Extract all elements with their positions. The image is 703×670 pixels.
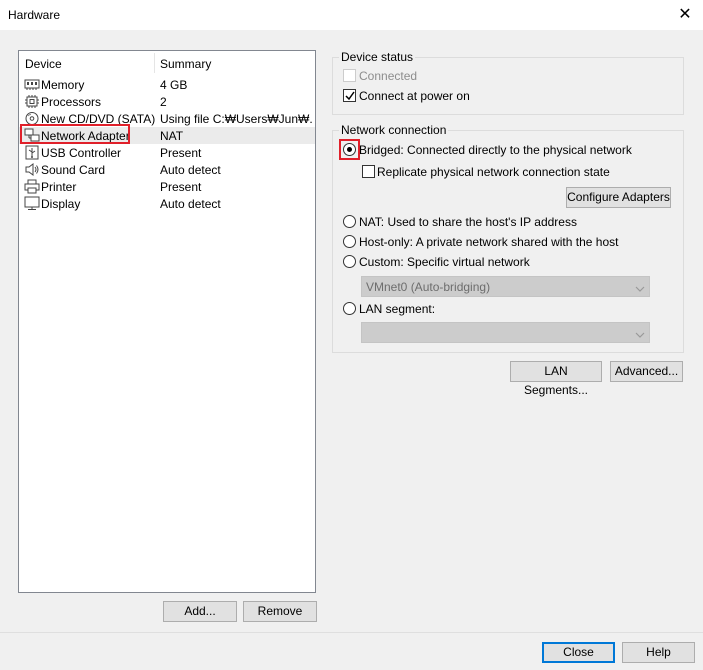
device-name: Sound Card (41, 163, 106, 177)
device-status-group: Device status (332, 50, 684, 115)
device-status-legend: Device status (339, 50, 416, 64)
lan-segment-radio[interactable] (343, 302, 356, 315)
host-only-radio[interactable] (343, 235, 356, 248)
close-icon[interactable]: ✕ (673, 3, 697, 27)
bridged-label: Bridged: Connected directly to the physi… (359, 143, 632, 157)
custom-radio[interactable] (343, 255, 356, 268)
replicate-checkbox[interactable] (362, 165, 375, 178)
nat-radio[interactable] (343, 215, 356, 228)
device-row-memory[interactable]: Memory 4 GB (19, 76, 315, 93)
custom-network-value: VMnet0 (Auto-bridging) (366, 280, 491, 294)
connect-at-power-on-label: Connect at power on (359, 89, 470, 103)
close-button[interactable]: Close (542, 642, 615, 663)
title-bar: Hardware ✕ (0, 0, 703, 30)
configure-adapters-button[interactable]: Configure Adapters (566, 187, 671, 208)
help-button[interactable]: Help (622, 642, 695, 663)
column-divider[interactable] (154, 53, 155, 73)
device-name: Printer (41, 180, 77, 194)
device-name: USB Controller (41, 146, 122, 160)
device-summary: 2 (160, 95, 167, 109)
lan-segment-select[interactable] (361, 322, 650, 343)
advanced-button[interactable]: Advanced... (610, 361, 683, 382)
device-row-processors[interactable]: Processors 2 (19, 93, 315, 110)
device-summary: Using file C:₩Users₩Jun₩... (160, 112, 312, 126)
lan-segments-button[interactable]: LAN Segments... (510, 361, 602, 397)
usb-icon (24, 145, 40, 160)
chevron-down-icon (635, 328, 645, 342)
connected-checkbox[interactable] (343, 69, 356, 82)
device-name: Processors (41, 95, 102, 109)
chevron-down-icon (635, 282, 645, 296)
replicate-label: Replicate physical network connection st… (377, 165, 610, 179)
device-summary: Present (160, 180, 202, 194)
custom-label: Custom: Specific virtual network (359, 255, 530, 269)
remove-button[interactable]: Remove (243, 601, 317, 622)
device-summary: Auto detect (160, 197, 221, 211)
memory-icon (24, 77, 40, 92)
device-summary: Present (160, 146, 202, 160)
device-summary: 4 GB (160, 78, 188, 92)
nat-label: NAT: Used to share the host's IP address (359, 215, 577, 229)
device-row-sound-card[interactable]: Sound Card Auto detect (19, 161, 315, 178)
device-row-display[interactable]: Display Auto detect (19, 195, 315, 212)
device-name: Display (41, 197, 81, 211)
connected-label: Connected (359, 69, 418, 83)
device-summary: NAT (160, 129, 184, 143)
device-row-printer[interactable]: Printer Present (19, 178, 315, 195)
add-button[interactable]: Add... (163, 601, 237, 622)
device-summary: Auto detect (160, 163, 221, 177)
connect-at-power-on-checkbox[interactable] (343, 89, 356, 102)
monitor-icon (24, 196, 40, 211)
window-title: Hardware (8, 8, 61, 22)
device-list-header: Device Summary (19, 51, 315, 75)
column-header-summary[interactable]: Summary (160, 57, 211, 71)
column-header-device[interactable]: Device (25, 57, 62, 71)
custom-network-select[interactable]: VMnet0 (Auto-bridging) (361, 276, 650, 297)
speaker-icon (24, 162, 40, 177)
lan-segment-label: LAN segment: (359, 302, 436, 316)
network-connection-legend: Network connection (339, 123, 449, 137)
bridged-radio-highlight (339, 139, 360, 160)
processor-icon (24, 94, 40, 109)
device-row-usb-controller[interactable]: USB Controller Present (19, 144, 315, 161)
checkmark-icon (345, 91, 355, 101)
device-name: Memory (41, 78, 85, 92)
printer-icon (24, 179, 40, 194)
host-only-label: Host-only: A private network shared with… (359, 235, 619, 249)
network-adapter-highlight (20, 124, 130, 144)
